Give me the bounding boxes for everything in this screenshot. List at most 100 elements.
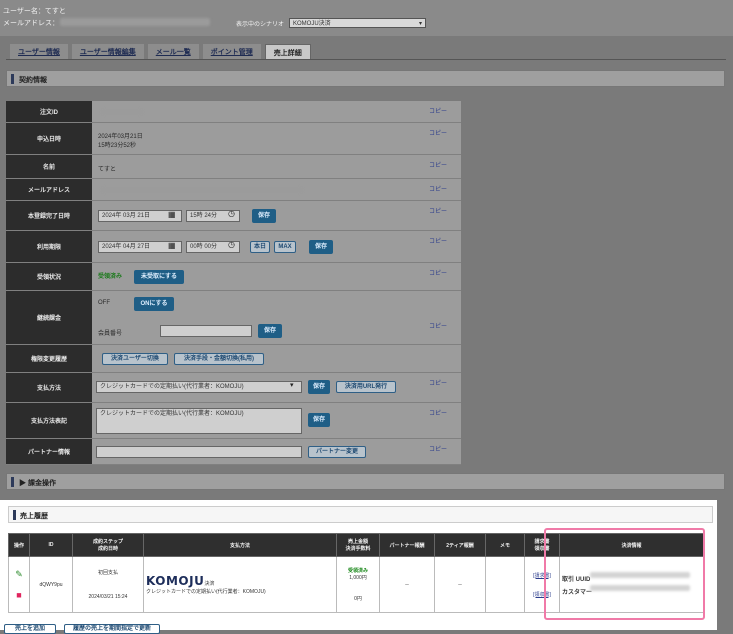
partner-label: パートナー情報 (6, 439, 92, 464)
row-usage-period: 利用期限 2024年 04月 27日 ▦ 00時 00分 ◷ 本日 MAX 保存… (6, 231, 461, 263)
copy-link[interactable]: コピー (429, 378, 447, 387)
tab-mail-list[interactable]: メール一覧 (147, 44, 199, 59)
save-button[interactable]: 保存 (258, 324, 282, 338)
calendar-icon[interactable]: ▦ (168, 210, 176, 219)
contract-section-header: 契約情報 (6, 70, 725, 87)
tab-user-info[interactable]: ユーザー情報 (10, 44, 68, 59)
fee-text: 0円 (354, 596, 362, 602)
recurring-state: OFF (98, 300, 110, 306)
switch-payment-method-button[interactable]: 決済手段・金額切換(私用) (174, 353, 264, 365)
row-name: 名前 てすと コピー (6, 155, 461, 179)
top-header: ユーザー名：てすと メールアドレス： 表示中のシナリオ KOMOJU決済 ▾ (0, 0, 733, 36)
copy-link[interactable]: コピー (429, 160, 447, 169)
order-id-redacted (102, 109, 142, 115)
payment-notation-textarea[interactable]: クレジットカードでの定期払い(代行業者：KOMOJU) (96, 408, 302, 434)
sales-title: 売上履歴 (20, 513, 48, 520)
copy-link[interactable]: コピー (429, 184, 447, 193)
row-payment-notation: 支払方法表記 クレジットカードでの定期払い(代行業者：KOMOJU) 保存 コピ… (6, 403, 461, 439)
authority-label: 権限変更履歴 (6, 345, 92, 372)
email-row-label: メールアドレス (6, 179, 92, 200)
tab-points[interactable]: ポイント管理 (202, 44, 261, 59)
update-sales-range-button[interactable]: 履歴の売上を期間指定で更新 (64, 624, 160, 634)
clock-icon[interactable]: ◷ (228, 209, 235, 218)
usage-time-value: 00時 00分 (190, 244, 218, 250)
sales-section-header: 売上履歴 (8, 506, 713, 523)
copy-link[interactable]: コピー (429, 106, 447, 115)
tab-divider (6, 59, 726, 60)
contract-title: 契約情報 (19, 77, 47, 84)
row-authority-history: 権限変更履歴 決済ユーザー切換 決済手段・金額切換(私用) (6, 345, 461, 373)
payment-method-select[interactable]: クレジットカードでの定期払い(代行業者：KOMOJU) (96, 381, 302, 393)
payment-notation-value: クレジットカードでの定期払い(代行業者：KOMOJU) (100, 411, 244, 417)
save-button[interactable]: 保存 (308, 413, 330, 427)
edit-pencil-icon[interactable]: ✎ (11, 569, 27, 580)
add-sale-button[interactable]: 売上を追加 (4, 624, 56, 634)
registration-label: 本登録完了日時 (6, 201, 92, 230)
save-button[interactable]: 保存 (252, 209, 276, 223)
col-amount: 売上金額 決済手数料 (336, 533, 380, 557)
col-step: 成約ステップ 成約日時 (72, 533, 144, 557)
payment-notation-label: 支払方法表記 (6, 403, 92, 438)
step-text: 初回支払 (97, 570, 118, 576)
issue-payment-url-button[interactable]: 決済用URL発行 (336, 381, 396, 393)
row-applied-at: 申込日時 2024年03月21日 15時23分52秒 コピー (6, 123, 461, 155)
tab-sales-detail[interactable]: 売上詳細 (264, 44, 311, 59)
memo-cell (485, 556, 525, 613)
col-partner-reward: パートナー報酬 (379, 533, 435, 557)
copy-link[interactable]: コピー (429, 128, 447, 137)
tab-user-edit[interactable]: ユーザー情報編集 (71, 44, 144, 59)
tier-reward-cell: － (434, 556, 486, 613)
name-label: 名前 (6, 155, 92, 178)
registration-time-value: 15時 24分 (190, 213, 218, 219)
copy-link[interactable]: コピー (429, 444, 447, 453)
chevron-down-icon: ▾ (290, 382, 294, 389)
applied-date: 2024年03月21日 (98, 134, 143, 140)
usage-date-value: 2024年 04月 27日 (102, 244, 151, 250)
email-label: メールアドレス： (3, 20, 59, 27)
section-marker (11, 74, 14, 84)
applied-time: 15時23分52秒 (98, 143, 137, 149)
amount-cell: 受領済み 1,000円 0円 (336, 556, 380, 613)
calendar-icon[interactable]: ▦ (168, 241, 176, 250)
copy-link[interactable]: コピー (429, 236, 447, 245)
row-partner-info: パートナー情報 パートナー変更 コピー (6, 439, 461, 465)
row-email: メールアドレス コピー (6, 179, 461, 201)
email-value-redacted (102, 187, 302, 193)
clock-icon[interactable]: ◷ (228, 240, 235, 249)
status-label: 受領状況 (6, 263, 92, 290)
name-value: てすと (98, 167, 117, 173)
today-button[interactable]: 本日 (250, 241, 270, 253)
user-name-line: ユーザー名：てすと (3, 8, 66, 15)
member-number-input[interactable] (160, 325, 252, 337)
registration-date-value: 2024年 03月 21日 (102, 213, 151, 219)
id-cell: dQWY9pu (29, 556, 73, 613)
actions-cell: ✎ ■ (8, 556, 30, 613)
change-partner-button[interactable]: パートナー変更 (308, 446, 366, 458)
copy-link[interactable]: コピー (429, 321, 447, 330)
turn-on-button[interactable]: ONにする (134, 297, 174, 311)
payment-info-highlight (544, 528, 705, 620)
scenario-value: KOMOJU決済 (293, 21, 331, 27)
billing-section-header[interactable]: ▶ 課金操作 (6, 473, 725, 490)
status-value: 受領済み (98, 274, 123, 280)
row-order-id: 注文ID コピー (6, 101, 461, 123)
copy-link[interactable]: コピー (429, 206, 447, 215)
save-button[interactable]: 保存 (308, 380, 330, 394)
komoju-logo: KOMOJU (146, 574, 205, 588)
col-tier-reward: 2ティア報酬 (434, 533, 486, 557)
copy-link[interactable]: コピー (429, 268, 447, 277)
mark-unreceived-button[interactable]: 未受取にする (134, 270, 184, 284)
partner-input[interactable] (96, 446, 302, 458)
billing-title: ▶ 課金操作 (19, 480, 56, 487)
user-detail-page: ユーザー名：てすと メールアドレス： 表示中のシナリオ KOMOJU決済 ▾ ユ… (0, 0, 733, 634)
trash-icon[interactable]: ■ (11, 590, 27, 600)
max-button[interactable]: MAX (274, 241, 296, 253)
switch-payment-user-button[interactable]: 決済ユーザー切換 (102, 353, 168, 365)
section-marker (13, 510, 16, 520)
copy-link[interactable]: コピー (429, 408, 447, 417)
scenario-select[interactable]: KOMOJU決済 ▾ (289, 18, 426, 28)
scenario-label: 表示中のシナリオ (236, 22, 285, 28)
komoju-suffix: 決済 (204, 581, 215, 587)
usage-period-label: 利用期限 (6, 231, 92, 262)
save-button[interactable]: 保存 (309, 240, 333, 254)
